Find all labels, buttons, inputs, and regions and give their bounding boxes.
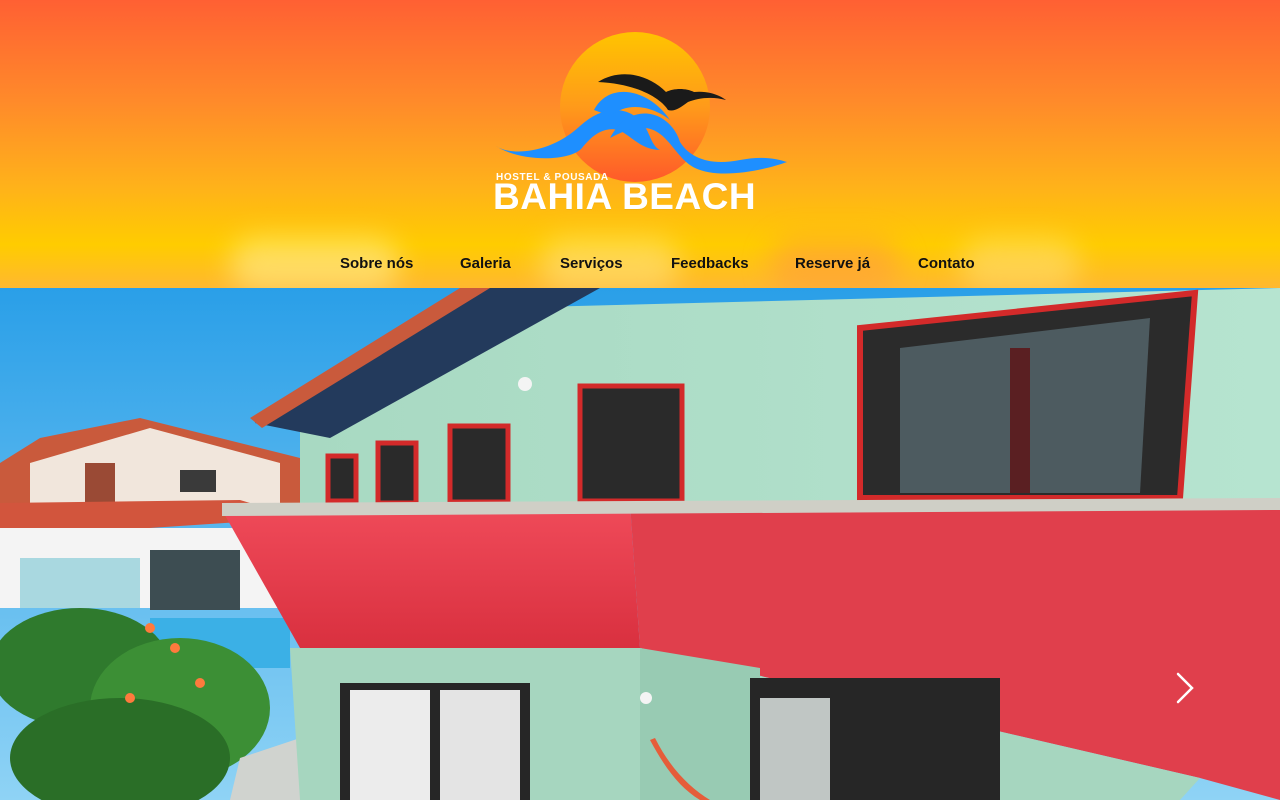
nav-item-reserve-ja[interactable]: Reserve já (795, 252, 870, 276)
nav-item-galeria[interactable]: Galeria (460, 252, 511, 276)
site-header: HOSTEL & POUSADA BAHIA BEACH Sobre nós G… (0, 0, 1280, 288)
brand-logo[interactable]: HOSTEL & POUSADA BAHIA BEACH (490, 30, 790, 220)
hero-slider (0, 288, 1280, 800)
chevron-right-icon (1176, 672, 1194, 704)
slider-next-button[interactable] (1166, 660, 1202, 716)
main-nav: Sobre nós Galeria Serviços Feedbacks Res… (0, 252, 1280, 278)
logo-brand-name: BAHIA BEACH (493, 176, 757, 217)
nav-item-contato[interactable]: Contato (918, 252, 975, 276)
nav-item-servicos[interactable]: Serviços (560, 252, 623, 276)
nav-item-sobre-nos[interactable]: Sobre nós (340, 252, 413, 276)
nav-item-feedbacks[interactable]: Feedbacks (671, 252, 749, 276)
hostel-building-photo (0, 288, 1280, 800)
